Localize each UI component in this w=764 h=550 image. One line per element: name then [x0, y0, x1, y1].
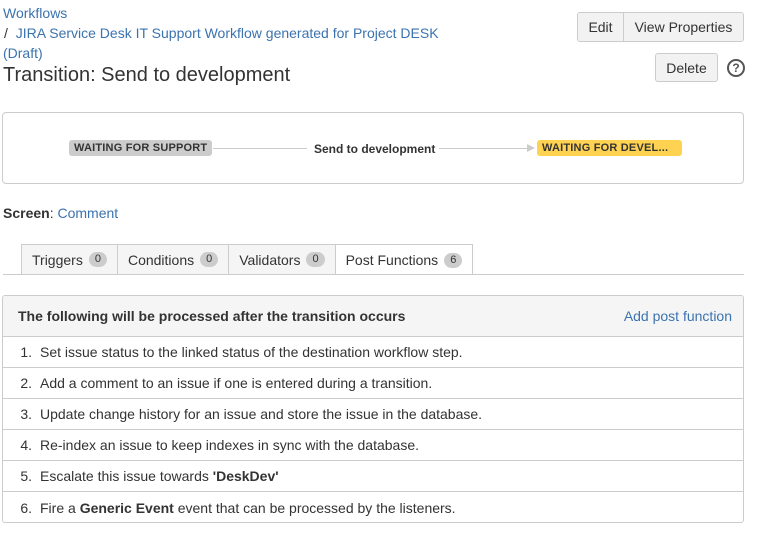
tab-validators[interactable]: Validators 0: [228, 244, 336, 274]
header-button-group: Edit View Properties: [577, 12, 744, 42]
item-number: 4.: [20, 437, 32, 453]
from-status-lozenge: WAITING FOR SUPPORT: [69, 140, 213, 156]
tab-divider: [3, 274, 744, 275]
screen-link[interactable]: Comment: [57, 205, 118, 221]
page-title: Transition: Send to development: [3, 64, 291, 86]
count-badge: 0: [200, 252, 219, 267]
item-text: Re-index an issue to keep indexes in syn…: [40, 437, 420, 453]
breadcrumb-workflows-link[interactable]: Workflows: [3, 5, 67, 21]
screen-row: Screen: Comment: [3, 205, 119, 221]
count-badge: 6: [444, 252, 463, 268]
transition-diagram: WAITING FOR SUPPORT Send to development …: [2, 112, 744, 184]
tab-label: Conditions: [127, 251, 195, 268]
tab-conditions[interactable]: Conditions 0: [116, 244, 230, 274]
item-number: 5.: [20, 468, 32, 484]
breadcrumb: Workflows / JIRA Service Desk IT Support…: [3, 3, 473, 63]
to-status-lozenge: WAITING FOR DEVEL...: [537, 140, 682, 156]
list-item: 4. Re-index an issue to keep indexes in …: [3, 430, 743, 461]
item-text: Set issue status to the linked status of…: [40, 344, 463, 360]
breadcrumb-workflow-link[interactable]: JIRA Service Desk IT Support Workflow ge…: [3, 25, 439, 61]
count-badge: 0: [306, 252, 325, 267]
tab-label: Triggers: [32, 251, 83, 268]
item-text: Escalate this issue towards 'DeskDev': [40, 468, 279, 484]
item-text-bold: 'DeskDev': [212, 468, 279, 484]
help-icon[interactable]: ?: [727, 59, 745, 77]
screen-label: Screen: [3, 205, 50, 221]
edit-button[interactable]: Edit: [578, 13, 623, 41]
count-badge: 0: [88, 252, 107, 267]
diagram-connector-left: [213, 148, 307, 149]
view-properties-button[interactable]: View Properties: [623, 13, 743, 41]
tab-bar: Triggers 0 Conditions 0 Validators 0 Pos…: [21, 244, 474, 275]
transition-name-label: Send to development: [314, 142, 436, 156]
list-item: 3. Update change history for an issue an…: [3, 399, 743, 430]
item-text: Fire a Generic Event event that can be p…: [40, 499, 456, 516]
item-number: 6.: [20, 499, 32, 516]
panel-heading: The following will be processed after th…: [18, 308, 406, 324]
tab-label: Validators: [239, 251, 301, 268]
diagram-connector-right: [439, 148, 529, 149]
list-item: 6. Fire a Generic Event event that can b…: [3, 492, 743, 522]
tab-triggers[interactable]: Triggers 0: [21, 244, 118, 274]
arrow-right-icon: [527, 144, 535, 152]
item-number: 2.: [20, 375, 32, 391]
item-number: 1.: [20, 344, 32, 360]
tab-label: Post Functions: [345, 252, 439, 268]
item-text: Add a comment to an issue if one is ente…: [40, 375, 433, 391]
post-functions-panel: The following will be processed after th…: [2, 295, 744, 523]
item-text-bold: Generic Event: [79, 499, 174, 516]
list-item: 5. Escalate this issue towards 'DeskDev': [3, 461, 743, 492]
tab-post-functions[interactable]: Post Functions 6: [334, 244, 474, 275]
add-post-function-link[interactable]: Add post function: [624, 308, 732, 324]
breadcrumb-separator: /: [4, 25, 8, 41]
list-item: 1. Set issue status to the linked status…: [3, 337, 743, 368]
item-number: 3.: [20, 406, 32, 422]
list-item: 2. Add a comment to an issue if one is e…: [3, 368, 743, 399]
item-text: Update change history for an issue and s…: [40, 406, 483, 422]
panel-header: The following will be processed after th…: [3, 296, 743, 337]
delete-button[interactable]: Delete: [655, 53, 718, 82]
